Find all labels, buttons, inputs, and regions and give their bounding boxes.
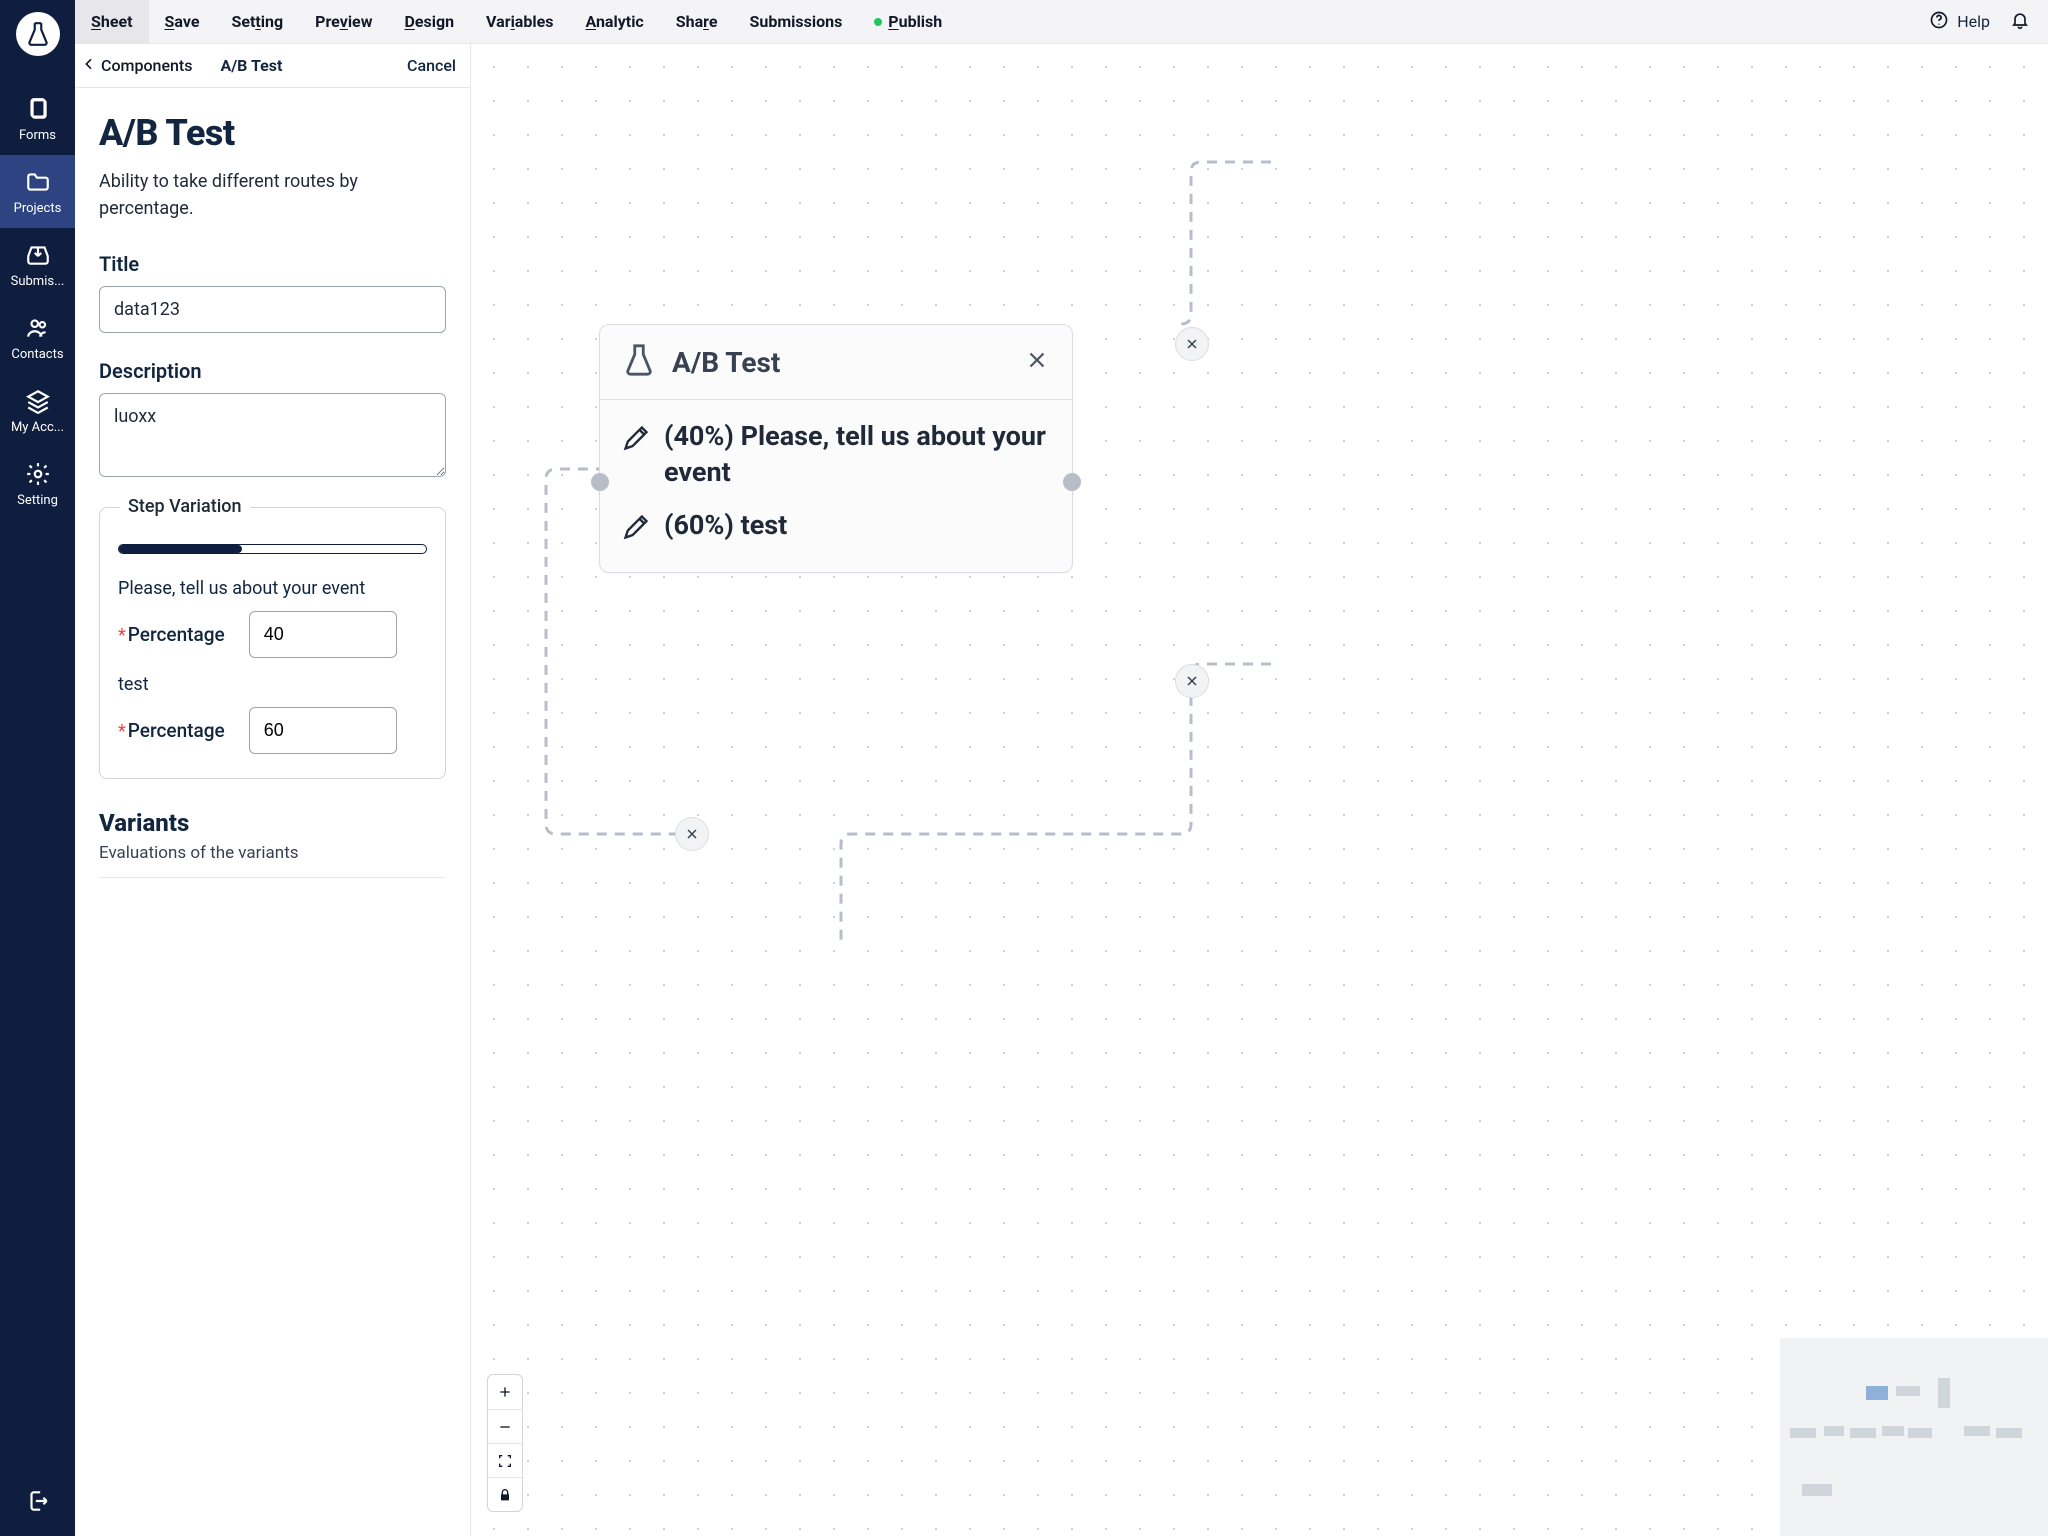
layers-icon [25,388,51,414]
cancel-button[interactable]: Cancel [407,56,456,75]
forms-icon [25,96,51,122]
lock-button[interactable] [488,1477,522,1511]
bell-icon[interactable] [2010,10,2030,34]
nav-item-account[interactable]: My Acc... [0,374,75,447]
node-variant-text: (60%) test [664,507,787,543]
gear-icon [25,461,51,487]
input-port[interactable] [591,473,609,491]
flask-icon [622,343,656,381]
slider-fill [119,545,242,553]
edge-delete-button[interactable] [1175,327,1209,361]
nav-item-submissions[interactable]: Submis... [0,228,75,301]
panel-header: Components A/B Test Cancel [75,44,470,88]
back-label: Components [101,56,192,75]
folder-icon [25,169,51,195]
panel-body: A/B Test Ability to take different route… [75,88,470,918]
node-title: A/B Test [672,346,1008,379]
nav-item-label: Setting [17,493,58,508]
nav-item-label: Contacts [11,347,63,362]
node-close-button[interactable] [1024,347,1050,377]
fit-view-button[interactable] [488,1443,522,1477]
node-variant-row: (40%) Please, tell us about your event [622,418,1050,491]
title-label: Title [99,252,446,276]
page-description: Ability to take different routes by perc… [99,168,446,222]
variant-name: test [118,674,427,695]
percentage-label: Percentage [128,719,225,742]
required-marker: *Percentage [118,719,225,742]
chevron-left-icon [81,56,97,76]
topbar-menu: Sheet Save Setting Preview Design Variab… [75,0,958,43]
flow-canvas[interactable]: A/B Test (40%) Please, tell us about you… [471,44,2048,1536]
variation-slider[interactable] [118,544,427,554]
variants-subheading: Evaluations of the variants [99,843,446,863]
nav-item-label: Forms [19,128,56,143]
topbar: Sheet Save Setting Preview Design Variab… [75,0,2048,44]
node-variant-text: (40%) Please, tell us about your event [664,418,1050,491]
edge-delete-button[interactable] [1175,664,1209,698]
variant-name: Please, tell us about your event [118,578,427,599]
nav-item-label: Submis... [11,274,65,289]
nav-item-projects[interactable]: Projects [0,155,75,228]
menu-sheet[interactable]: Sheet [75,0,149,43]
back-button[interactable]: Components [81,56,192,76]
step-variation-fieldset: Step Variation Please, tell us about you… [99,507,446,779]
nav-item-label: Projects [14,201,62,216]
menu-save[interactable]: Save [149,0,216,43]
menu-preview[interactable]: Preview [299,0,388,43]
node-variant-row: (60%) test [622,507,1050,550]
app-logo[interactable] [16,12,60,56]
workspace: Components A/B Test Cancel A/B Test Abil… [75,44,2048,1536]
required-marker: *Percentage [118,623,225,646]
nav-rail: Forms Projects Submis... Contacts My Acc… [0,0,75,1536]
app-main: Sheet Save Setting Preview Design Variab… [75,0,2048,1536]
inbox-icon [25,242,51,268]
help-label: Help [1957,12,1990,31]
dropper-icon [622,418,650,461]
percentage-input-1[interactable] [249,707,397,754]
nav-item-forms[interactable]: Forms [0,82,75,155]
description-label: Description [99,359,446,383]
logout-button[interactable] [0,1466,75,1536]
menu-variables[interactable]: Variables [470,0,569,43]
minimap[interactable] [1780,1338,2048,1536]
title-input[interactable] [99,286,446,333]
variants-heading: Variants [99,809,446,837]
zoom-out-button[interactable] [488,1409,522,1443]
menu-design[interactable]: Design [388,0,470,43]
nav-item-setting[interactable]: Setting [0,447,75,520]
menu-analytic[interactable]: Analytic [569,0,659,43]
page-title: A/B Test [99,112,446,154]
menu-share[interactable]: Share [660,0,734,43]
contacts-icon [25,315,51,341]
menu-submissions[interactable]: Submissions [734,0,859,43]
editor-panel: Components A/B Test Cancel A/B Test Abil… [75,44,471,1536]
edge-delete-button[interactable] [675,817,709,851]
dropper-icon [622,507,650,550]
dot-grid [471,44,2048,1536]
percentage-label: Percentage [128,623,225,646]
breadcrumb-title: A/B Test [220,56,282,75]
zoom-in-button[interactable] [488,1375,522,1409]
help-icon [1929,10,1949,34]
percentage-input-0[interactable] [249,611,397,658]
output-port[interactable] [1063,473,1081,491]
menu-publish[interactable]: Publish [858,0,958,43]
nav-item-contacts[interactable]: Contacts [0,301,75,374]
menu-setting[interactable]: Setting [215,0,299,43]
help-button[interactable]: Help [1929,10,1990,34]
description-input[interactable] [99,393,446,477]
step-variation-legend: Step Variation [120,496,250,517]
nav-item-label: My Acc... [11,420,64,435]
canvas-toolbar [487,1374,523,1512]
abtest-node[interactable]: A/B Test (40%) Please, tell us about you… [599,324,1073,573]
status-dot-icon [874,18,882,26]
